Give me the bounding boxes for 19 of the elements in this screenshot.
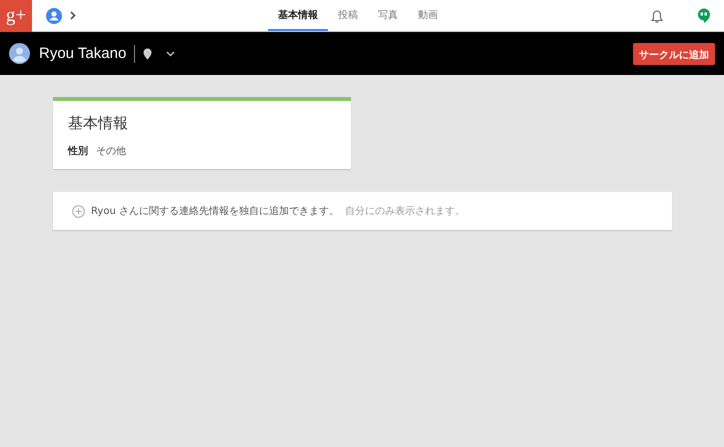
- account-icon[interactable]: [46, 8, 62, 24]
- tab[interactable]: 動画: [408, 0, 448, 31]
- field-value: その他: [96, 145, 126, 158]
- field-label: 性別: [68, 144, 88, 158]
- card-title: 基本情報: [68, 114, 129, 133]
- visibility-note: 自分にのみ表示されます。: [344, 204, 465, 218]
- contact-card[interactable]: Ryou さんに関する連絡先情報を独自に追加できます。 自分にのみ表示されます。: [53, 192, 672, 230]
- logo[interactable]: g+: [0, 0, 32, 32]
- add-to-circles-button[interactable]: サークルに追加: [633, 42, 715, 64]
- contact-prompt: Ryou さんに関する連絡先情報を独自に追加できます。: [91, 204, 339, 218]
- location-pin-icon[interactable]: [143, 48, 152, 60]
- speech-bubble-icon[interactable]: [697, 8, 711, 24]
- dropdown-icon[interactable]: [166, 50, 176, 56]
- tab[interactable]: 写真: [368, 0, 408, 31]
- avatar-icon: [9, 43, 30, 64]
- chevron-right-icon[interactable]: [70, 11, 76, 20]
- tab[interactable]: 投稿: [328, 0, 368, 31]
- profile-name: Ryou Takano: [39, 45, 126, 62]
- bell-icon[interactable]: [650, 8, 664, 24]
